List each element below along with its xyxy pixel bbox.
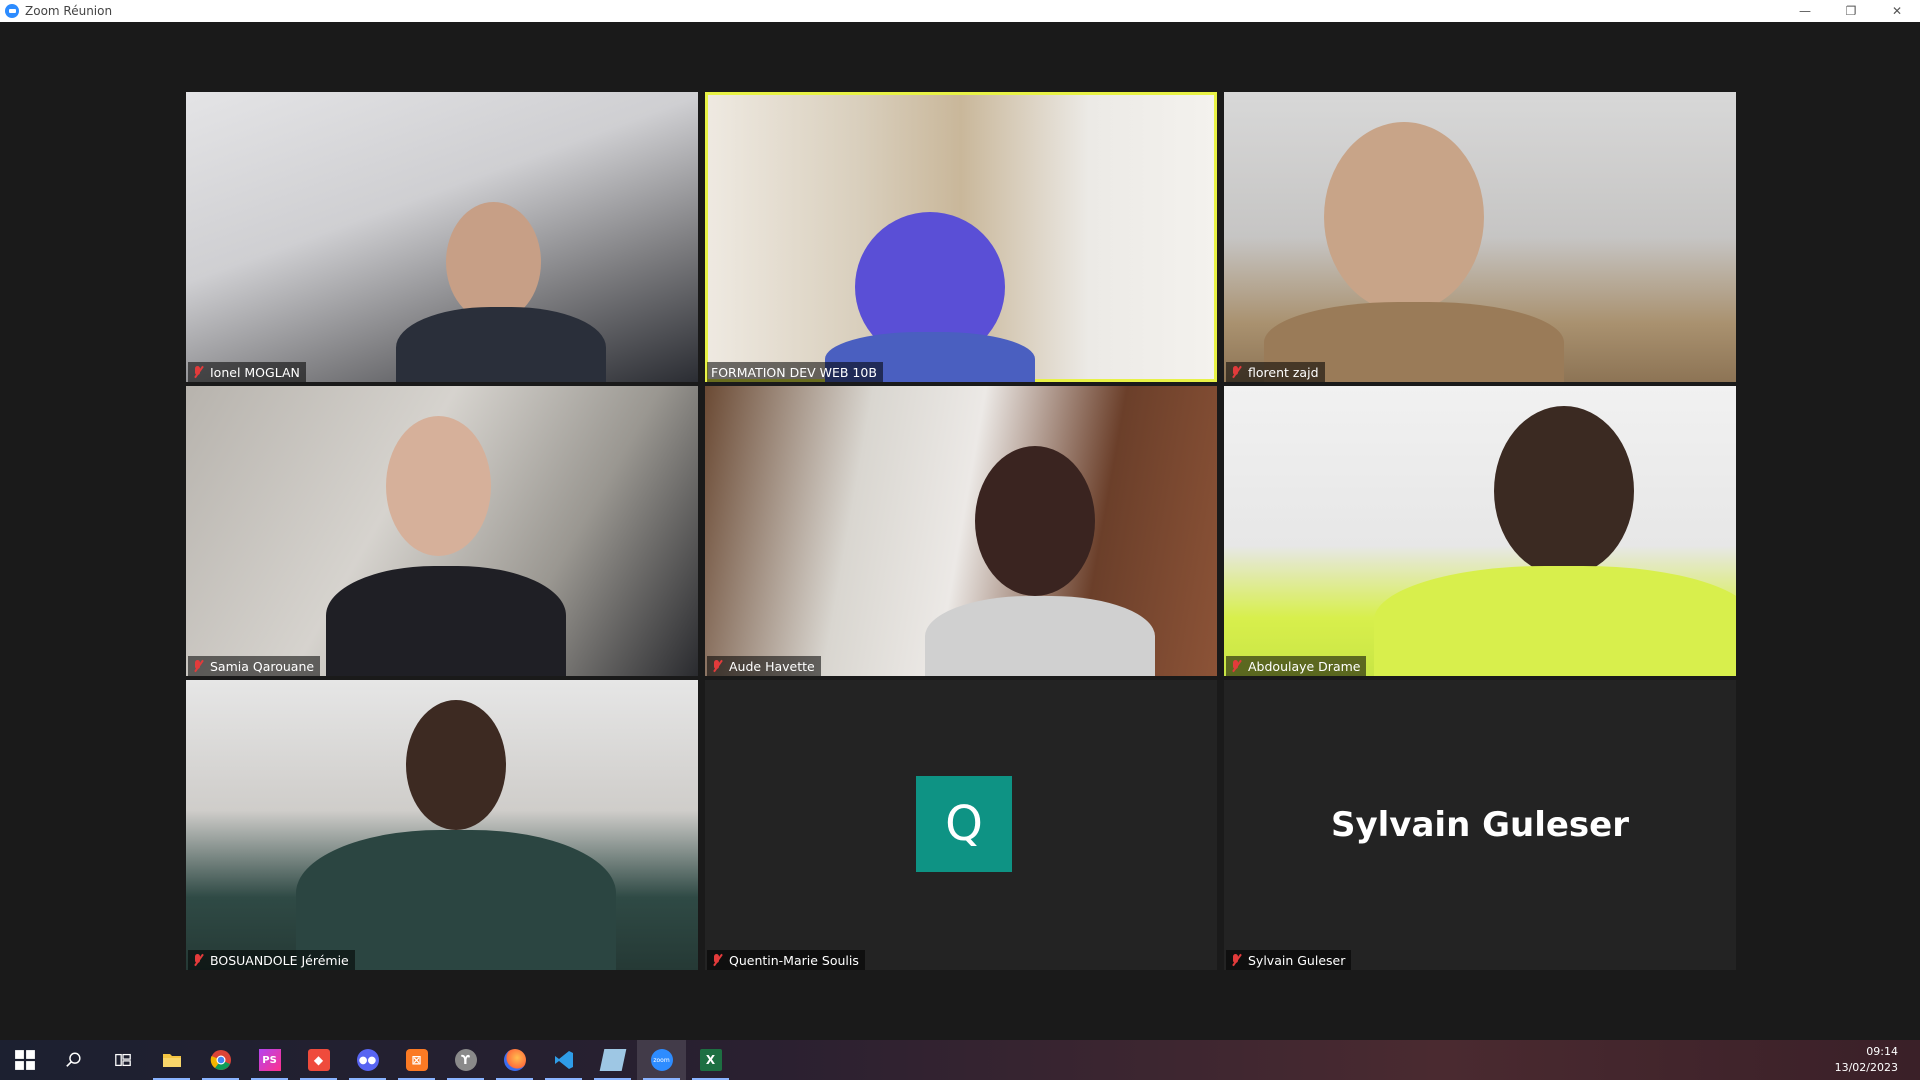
xampp-icon: ⊠ [405, 1049, 428, 1071]
participant-tile[interactable]: Samia Qarouane [186, 386, 698, 676]
windows-taskbar: PS ◆ ●● ⊠ ϒ zoom X 09:14 13/02/2023 [0, 1040, 1920, 1080]
taskbar-vscode[interactable] [539, 1040, 588, 1080]
participant-name: Samia Qarouane [210, 658, 315, 674]
muted-mic-icon [192, 365, 204, 379]
meeting-area: Ionel MOGLAN FORMATION DEV WEB 10B flore… [0, 22, 1920, 1040]
participant-name: FORMATION DEV WEB 10B [711, 364, 877, 380]
participant-name-tag: Ionel MOGLAN [188, 362, 306, 382]
taskbar-file-explorer[interactable] [147, 1040, 196, 1080]
zoom-app-icon [5, 4, 19, 18]
taskbar-firefox[interactable] [490, 1040, 539, 1080]
participant-name-tag: Samia Qarouane [188, 656, 321, 676]
restore-button[interactable]: ❐ [1828, 0, 1874, 22]
elephant-icon: ϒ [454, 1049, 477, 1071]
folder-icon [162, 1054, 181, 1067]
participant-name: Abdoulaye Drame [1248, 658, 1361, 674]
taskbar-notes[interactable] [588, 1040, 637, 1080]
start-button[interactable] [0, 1040, 49, 1080]
windows-icon [14, 1050, 35, 1070]
chrome-icon [210, 1050, 231, 1070]
participant-name-tag: florent zajd [1226, 362, 1325, 382]
vscode-icon [554, 1051, 573, 1069]
taskbar-chrome[interactable] [196, 1040, 245, 1080]
window-title: Zoom Réunion [25, 4, 113, 18]
taskbar-red-app[interactable]: ◆ [294, 1040, 343, 1080]
muted-mic-icon [1230, 659, 1242, 673]
taskbar-xampp[interactable]: ⊠ [392, 1040, 441, 1080]
zoom-icon: zoom [650, 1049, 673, 1071]
taskbar-discord[interactable]: ●● [343, 1040, 392, 1080]
task-view-icon [114, 1053, 131, 1067]
red-app-icon: ◆ [307, 1049, 330, 1071]
participant-name-tag: Abdoulaye Drame [1226, 656, 1367, 676]
task-view-button[interactable] [98, 1040, 147, 1080]
gallery-grid: Ionel MOGLAN FORMATION DEV WEB 10B flore… [186, 92, 1736, 992]
participant-avatar: Q [916, 776, 1012, 872]
search-icon [65, 1052, 81, 1067]
minimize-button[interactable]: — [1782, 0, 1828, 22]
notes-icon [599, 1049, 626, 1071]
clock-date: 13/02/2023 [1834, 1061, 1898, 1074]
participant-name-tag: Sylvain Guleser [1226, 950, 1352, 970]
muted-mic-icon [711, 659, 723, 673]
participant-name: Ionel MOGLAN [210, 364, 300, 380]
firefox-icon [503, 1049, 526, 1071]
system-clock[interactable]: 09:14 13/02/2023 [1835, 1040, 1898, 1080]
taskbar-pgadmin[interactable]: ϒ [441, 1040, 490, 1080]
participant-tile-no-video[interactable]: Sylvain Guleser Sylvain Guleser [1224, 680, 1736, 970]
participant-tile[interactable]: Ionel MOGLAN [186, 92, 698, 382]
participant-name: Aude Havette [729, 658, 815, 674]
participant-name-tag: BOSUANDOLE Jérémie [188, 950, 355, 970]
muted-mic-icon [1230, 953, 1242, 967]
participant-name-tag: Aude Havette [707, 656, 821, 676]
taskbar-zoom[interactable]: zoom [637, 1040, 686, 1080]
participant-tile-active-speaker[interactable]: FORMATION DEV WEB 10B [705, 92, 1217, 382]
participant-tile-no-video[interactable]: Q Quentin-Marie Soulis [705, 680, 1217, 970]
participant-tile[interactable]: Aude Havette [705, 386, 1217, 676]
excel-icon: X [699, 1049, 722, 1071]
taskbar-phpstorm[interactable]: PS [245, 1040, 294, 1080]
participant-name: Sylvain Guleser [1248, 952, 1346, 968]
muted-mic-icon [711, 953, 723, 967]
participant-name: Quentin-Marie Soulis [729, 952, 859, 968]
phpstorm-icon: PS [258, 1049, 281, 1071]
participant-name-tag: FORMATION DEV WEB 10B [707, 362, 883, 382]
clock-time: 09:14 [1866, 1045, 1898, 1058]
window-title-bar: Zoom Réunion — ❐ ✕ [0, 0, 1920, 22]
search-button[interactable] [49, 1040, 98, 1080]
muted-mic-icon [192, 659, 204, 673]
participant-tile[interactable]: BOSUANDOLE Jérémie [186, 680, 698, 970]
participant-name-tag: Quentin-Marie Soulis [707, 950, 865, 970]
participant-name: BOSUANDOLE Jérémie [210, 952, 349, 968]
muted-mic-icon [1230, 365, 1242, 379]
participant-display-name: Sylvain Guleser [1331, 805, 1629, 845]
window-controls: — ❐ ✕ [1782, 0, 1920, 22]
participant-name: florent zajd [1248, 364, 1319, 380]
close-button[interactable]: ✕ [1874, 0, 1920, 22]
participant-tile[interactable]: florent zajd [1224, 92, 1736, 382]
muted-mic-icon [192, 953, 204, 967]
discord-icon: ●● [356, 1049, 379, 1071]
taskbar-excel[interactable]: X [686, 1040, 735, 1080]
participant-tile[interactable]: Abdoulaye Drame [1224, 386, 1736, 676]
